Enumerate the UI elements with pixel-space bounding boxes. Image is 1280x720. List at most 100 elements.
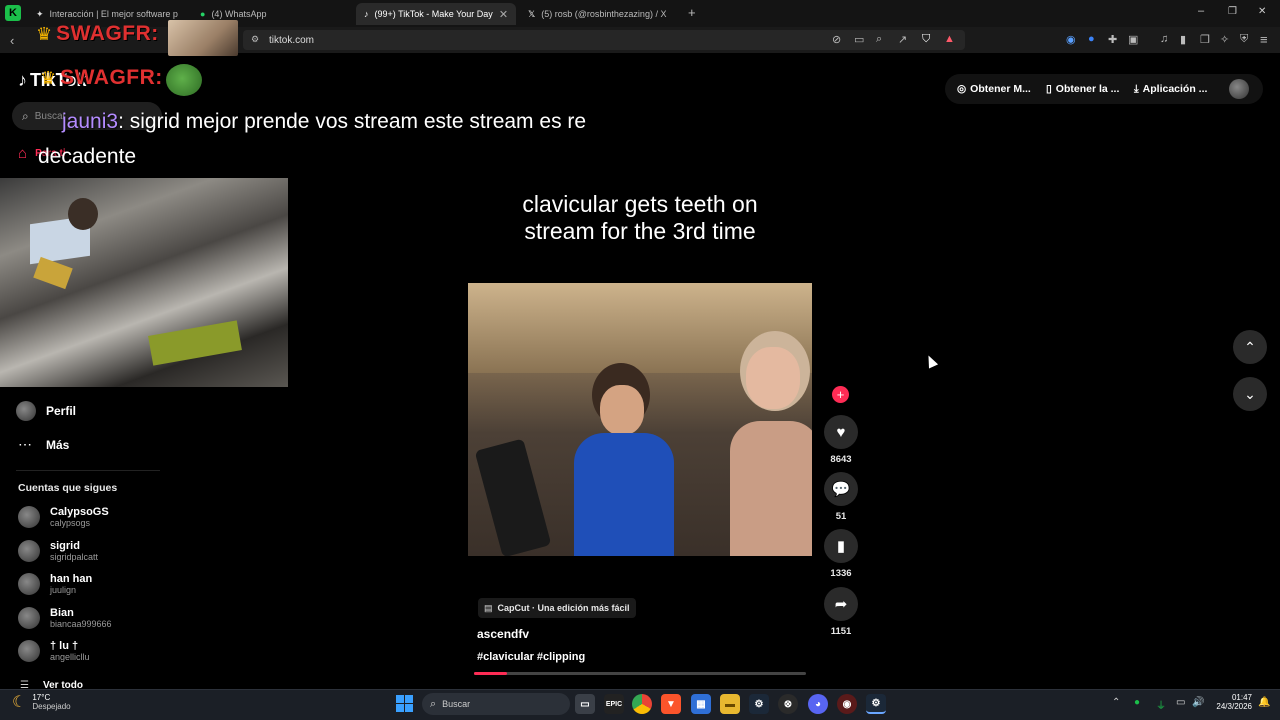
- back-arrow-icon[interactable]: ‹: [10, 33, 14, 48]
- tab-x[interactable]: 𝕏 (5) rosb (@rosbinthezazing) / X: [520, 3, 680, 25]
- menu-icon[interactable]: ≡: [1260, 32, 1268, 47]
- ai-tab-icon: ✦: [36, 8, 44, 19]
- video-progress-track[interactable]: [474, 672, 806, 675]
- chat-message: jauni3: sigrid mejor prende vos stream e…: [62, 110, 586, 134]
- following-handle: juulign: [50, 585, 77, 595]
- file-explorer-icon[interactable]: ▬: [720, 694, 740, 714]
- tray-app-icon[interactable]: ●: [1134, 697, 1140, 708]
- heart-icon: ♥: [836, 423, 846, 441]
- like-count: 8643: [830, 454, 852, 465]
- new-tab-button[interactable]: +: [688, 5, 696, 20]
- browser-logo-icon[interactable]: K: [5, 5, 21, 21]
- zoom-icon[interactable]: ⌕: [876, 33, 882, 46]
- moon-icon: ☾: [12, 694, 27, 711]
- sidebar-item-more[interactable]: ⋯ Más: [18, 436, 69, 453]
- following-handle: sigridpalcatt: [50, 551, 99, 562]
- music-icon[interactable]: ♫: [1160, 33, 1168, 45]
- brave-shield-icon[interactable]: ⛨: [1240, 33, 1248, 46]
- following-item[interactable]: han han juulign: [18, 573, 92, 595]
- shield-icon[interactable]: ⛉: [922, 33, 930, 46]
- like-button[interactable]: ♥: [824, 415, 858, 449]
- chrome-icon[interactable]: [632, 694, 652, 714]
- capcut-tag[interactable]: ▤ CapCut · Una edición más fácil: [478, 598, 636, 618]
- following-name: CalypsoGS: [50, 506, 109, 518]
- sidebar-toggle-icon[interactable]: ▮: [1180, 33, 1186, 46]
- url-text: tiktok.com: [269, 34, 315, 46]
- discord-icon[interactable]: ◕: [808, 694, 828, 714]
- following-item[interactable]: CalypsoGS calypsogs: [18, 506, 109, 528]
- following-item[interactable]: † lu † angellicllu: [18, 640, 90, 662]
- volume-icon[interactable]: 🔊: [1192, 697, 1204, 708]
- vpn-icon[interactable]: ●: [1088, 33, 1095, 45]
- steam-active-icon[interactable]: ⚙: [866, 694, 886, 714]
- task-view-icon[interactable]: ▭: [575, 694, 595, 714]
- tiktok-icon: ♪: [364, 9, 369, 19]
- sidebar-item-profile[interactable]: Perfil: [16, 401, 76, 421]
- close-window-button[interactable]: ✕: [1258, 6, 1266, 17]
- get-coins-button[interactable]: ◎ Obtener M...: [957, 77, 1031, 101]
- video-microphone: [474, 438, 552, 556]
- previous-video-button[interactable]: ⌃: [1233, 330, 1267, 364]
- more-icon: ⋯: [18, 436, 32, 452]
- following-item[interactable]: Bian biancaa999666: [18, 606, 112, 629]
- chat-overlay-badge2: ♛ SWAGFR:: [40, 66, 163, 89]
- avatar: [18, 506, 40, 528]
- tray-chevron-icon[interactable]: ⌃: [1112, 697, 1120, 708]
- app-red-icon[interactable]: ◉: [837, 694, 857, 714]
- avatar: [18, 640, 40, 662]
- avatar: [18, 573, 40, 595]
- leo-ai-icon[interactable]: ✧: [1220, 33, 1229, 46]
- minimize-button[interactable]: –: [1198, 5, 1204, 17]
- maximize-button[interactable]: ❐: [1228, 6, 1237, 17]
- get-app-button[interactable]: ▯ Obtener la ...: [1046, 77, 1119, 101]
- notification-bell-icon[interactable]: 🔔: [1258, 697, 1270, 708]
- tab-tiktok[interactable]: ♪ (99+) TikTok - Make Your Day ✕: [356, 3, 516, 25]
- rewards-icon[interactable]: ▲: [944, 33, 955, 45]
- user-avatar[interactable]: [1229, 79, 1249, 99]
- cast-icon[interactable]: ▭: [854, 33, 864, 46]
- no-tracking-icon[interactable]: ⊘: [832, 33, 841, 46]
- comment-button[interactable]: 💬: [824, 472, 858, 506]
- share-arrow-icon: ➦: [834, 596, 848, 613]
- video-progress-fill: [474, 672, 508, 675]
- share-icon[interactable]: ↗: [898, 33, 907, 46]
- store-icon[interactable]: ▦: [691, 694, 711, 714]
- comment-icon: 💬: [831, 481, 851, 498]
- save-button[interactable]: ▮: [824, 529, 858, 563]
- follow-plus-button[interactable]: +: [832, 386, 849, 403]
- clock[interactable]: 01:47 24/3/2026: [1210, 693, 1252, 711]
- tabs-icon[interactable]: ❐: [1200, 33, 1210, 46]
- site-settings-icon[interactable]: ⚙: [251, 34, 259, 45]
- close-tab-icon[interactable]: ✕: [499, 8, 508, 21]
- xbox-icon[interactable]: ⊗: [778, 694, 798, 714]
- screenshot-icon[interactable]: ▣: [1128, 33, 1138, 46]
- wallet-icon[interactable]: ◉: [1066, 33, 1076, 46]
- video-hashtags[interactable]: #clavicular #clipping: [477, 651, 585, 663]
- bookmark-icon: ▮: [836, 538, 846, 555]
- comment-count: 51: [835, 511, 847, 522]
- share-count: 1151: [830, 626, 852, 637]
- next-video-button[interactable]: ⌄: [1233, 377, 1267, 411]
- pepe-emote-icon: [166, 64, 202, 96]
- following-name: sigrid: [50, 539, 80, 552]
- following-heading: Cuentas que sigues: [18, 482, 118, 494]
- extensions-icon[interactable]: ✚: [1108, 33, 1117, 46]
- share-button[interactable]: ➦: [824, 587, 858, 621]
- microphone-icon[interactable]: ⏚: [1156, 697, 1166, 712]
- following-handle: angellicllu: [50, 652, 90, 662]
- video-author[interactable]: ascendfv: [477, 627, 529, 641]
- following-item[interactable]: sigrid sigridpalcatt: [18, 539, 99, 562]
- chat-username: jauni3: [62, 110, 119, 133]
- start-button[interactable]: [396, 695, 413, 712]
- video-player[interactable]: [468, 283, 812, 556]
- steam-icon[interactable]: ⚙: [749, 694, 769, 714]
- chat-emote-image: [168, 20, 238, 56]
- taskbar-search[interactable]: ⌕ Buscar: [422, 693, 570, 715]
- desktop-app-button[interactable]: ⤓ Aplicación ...: [1134, 77, 1207, 101]
- video-person-left: [564, 363, 684, 556]
- weather-widget[interactable]: ☾ 17°C Despejado: [12, 692, 71, 712]
- network-icon[interactable]: ▭: [1176, 697, 1185, 708]
- phone-icon: ▯: [1046, 83, 1052, 95]
- epic-games-icon[interactable]: EPIC: [604, 694, 624, 714]
- brave-icon[interactable]: ▼: [661, 694, 681, 714]
